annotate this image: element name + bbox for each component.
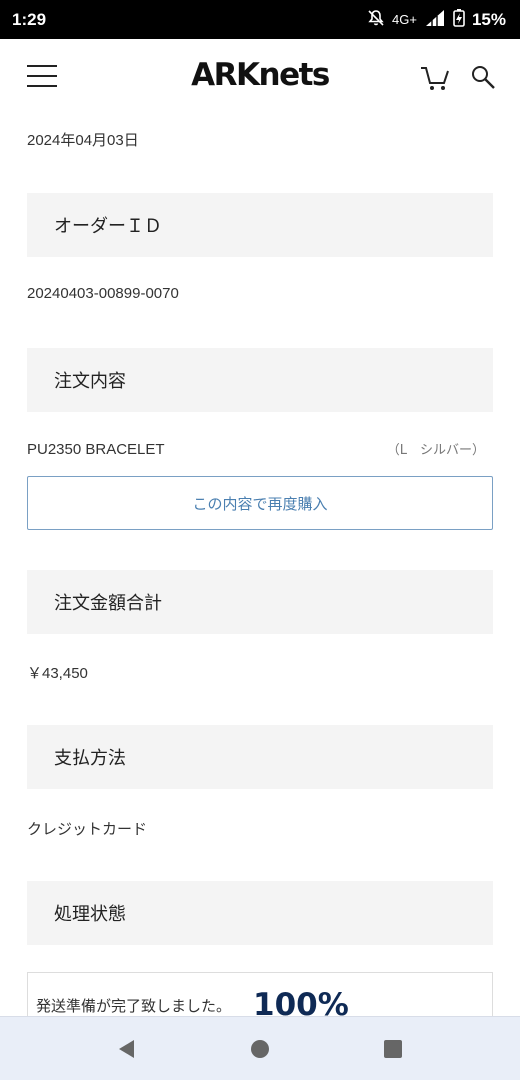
order-id-heading: オーダーＩＤ bbox=[27, 193, 493, 257]
order-total-value: ￥43,450 bbox=[27, 665, 88, 682]
payment-method-heading: 支払方法 bbox=[27, 725, 493, 789]
order-total-heading: 注文金額合計 bbox=[27, 570, 493, 634]
battery-percent: 15% bbox=[471, 9, 506, 29]
battery-charging-icon bbox=[453, 9, 465, 30]
rebuy-button[interactable]: この内容で再度購入 bbox=[27, 476, 493, 530]
order-date: 2024年04月03日 bbox=[27, 132, 139, 149]
status-message: 発送準備が完了致しました。 bbox=[36, 997, 232, 1015]
search-icon[interactable] bbox=[470, 64, 496, 90]
clock: 1:29 bbox=[12, 9, 47, 29]
cart-icon[interactable] bbox=[420, 65, 450, 93]
home-icon[interactable] bbox=[240, 1029, 280, 1069]
system-nav-bar bbox=[0, 1016, 520, 1080]
product-row: PU2350 BRACELET （L シルバー） bbox=[27, 439, 493, 458]
back-icon[interactable] bbox=[107, 1029, 147, 1069]
site-header: ARKnets bbox=[0, 39, 520, 119]
processing-status-heading: 処理状態 bbox=[27, 881, 493, 945]
payment-method-value: クレジットカード bbox=[27, 821, 148, 838]
product-name: PU2350 BRACELET bbox=[27, 441, 165, 458]
mute-icon bbox=[367, 9, 385, 30]
status-bar: 1:29 4G+ 15% bbox=[0, 0, 520, 39]
order-id-value: 20240403-00899-0070 bbox=[27, 285, 179, 302]
recents-icon[interactable] bbox=[373, 1029, 413, 1069]
status-icons: 4G+ 15% bbox=[367, 9, 506, 30]
order-contents-heading: 注文内容 bbox=[27, 348, 493, 412]
product-variant: （L シルバー） bbox=[386, 443, 485, 458]
signal-icon bbox=[424, 10, 446, 29]
network-type: 4G+ bbox=[392, 12, 417, 27]
